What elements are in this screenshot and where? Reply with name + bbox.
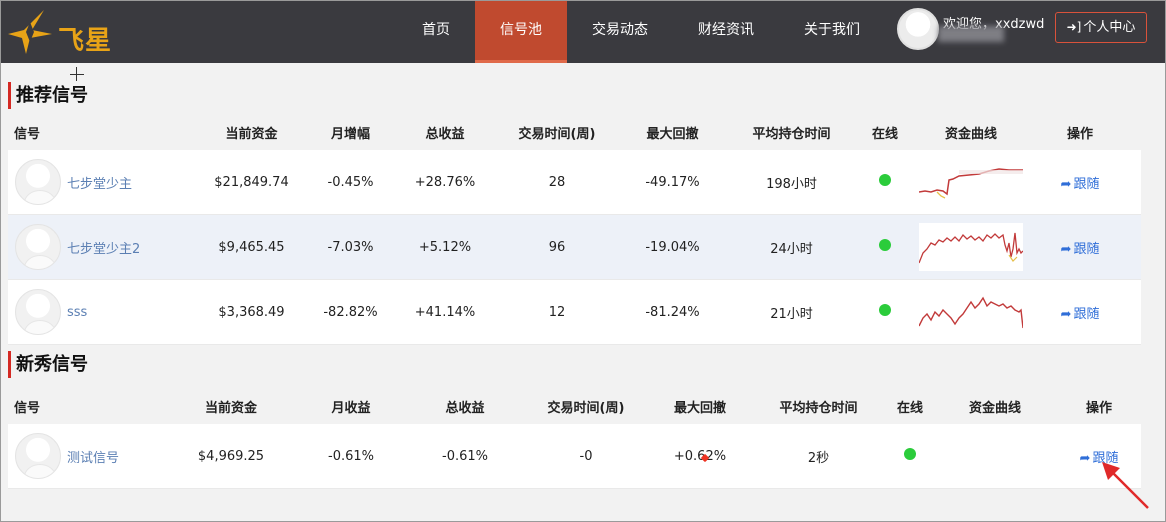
col-weeks: 交易时间(周) — [547, 400, 625, 416]
avatar[interactable] — [15, 289, 61, 335]
follow-button[interactable]: ➦ 跟随 — [1061, 307, 1100, 322]
monthly-value: -0.61% — [328, 448, 374, 464]
follow-button[interactable]: ➦ 跟随 — [1061, 177, 1100, 192]
hold-value: 21小时 — [770, 306, 813, 322]
col-curve: 资金曲线 — [968, 400, 1021, 416]
signal-name-link[interactable]: 七步堂少主 — [67, 173, 132, 192]
online-dot-icon — [879, 174, 891, 186]
newbie-signals-table: 信号 当前资金 月收益 总收益 交易时间(周) 最大回撤 平均持仓时间 在线 资… — [8, 388, 1141, 489]
table-header: 信号 当前资金 月收益 总收益 交易时间(周) 最大回撤 平均持仓时间 在线 资… — [8, 388, 1141, 424]
table-row: 测试信号 $4,969.25 -0.61% -0.61% -0 +0.62% 2… — [8, 424, 1141, 489]
monthly-value: -0.45% — [327, 174, 374, 190]
nav-about-us[interactable]: 关于我们 — [779, 0, 885, 63]
monthly-value: -7.03% — [327, 239, 374, 255]
col-online: 在线 — [871, 126, 898, 142]
nav-trade-activity[interactable]: 交易动态 — [567, 0, 673, 63]
equity-curve-sparkline — [919, 296, 1023, 329]
weeks-value: -0 — [579, 448, 593, 464]
total-value: +28.76% — [414, 174, 476, 190]
col-drawdown: 最大回撤 — [646, 126, 699, 142]
hold-value: 198小时 — [766, 176, 817, 192]
recommended-signals-table: 信号 当前资金 月增幅 总收益 交易时间(周) 最大回撤 平均持仓时间 在线 资… — [8, 114, 1141, 345]
col-hold: 平均持仓时间 — [752, 126, 831, 142]
follow-label: 跟随 — [1073, 241, 1100, 257]
drawdown-value: -81.24% — [645, 304, 700, 320]
top-navigation-bar: 飞星 首页 信号池 交易动态 财经资讯 关于我们 欢迎您，xxdzwd ➜] 个人… — [0, 0, 1166, 63]
online-dot-icon — [879, 239, 891, 251]
col-action: 操作 — [1085, 400, 1112, 416]
online-dot-icon — [879, 304, 891, 316]
brand-logo[interactable]: 飞星 — [6, 6, 116, 58]
drawdown-value: +0.62% — [673, 448, 727, 464]
hold-value: 24小时 — [770, 241, 813, 257]
funds-value: $9,465.45 — [218, 239, 285, 255]
total-value: -0.61% — [442, 448, 488, 464]
table-header: 信号 当前资金 月增幅 总收益 交易时间(周) 最大回撤 平均持仓时间 在线 资… — [8, 114, 1141, 150]
share-arrow-icon: ➦ — [1060, 306, 1072, 322]
col-funds: 当前资金 — [204, 400, 257, 416]
share-arrow-icon: ➦ — [1060, 241, 1072, 257]
section-title-newbie: 新秀信号 — [8, 351, 88, 378]
redacted-text — [938, 26, 1004, 42]
col-drawdown: 最大回撤 — [673, 400, 726, 416]
annotation-arrow-icon — [1102, 462, 1149, 509]
follow-button[interactable]: ➦ 跟随 — [1061, 242, 1100, 257]
nav-finance-news[interactable]: 财经资讯 — [673, 0, 779, 63]
col-weeks: 交易时间(周) — [518, 126, 596, 142]
col-online: 在线 — [896, 400, 923, 416]
follow-label: 跟随 — [1073, 176, 1100, 192]
avatar[interactable] — [15, 433, 61, 479]
weeks-value: 12 — [548, 304, 566, 320]
share-arrow-icon: ➦ — [1060, 176, 1072, 192]
brand-name: 飞星 — [58, 26, 113, 56]
signal-name-link[interactable]: 测试信号 — [67, 447, 119, 466]
monthly-value: -82.82% — [323, 304, 378, 320]
col-action: 操作 — [1066, 126, 1093, 142]
weeks-value: 28 — [548, 174, 566, 190]
col-total: 总收益 — [425, 126, 465, 142]
nav-home[interactable]: 首页 — [397, 0, 475, 63]
hold-value: 2秒 — [807, 450, 830, 466]
section-title-recommended: 推荐信号 — [8, 82, 88, 109]
funds-value: $4,969.25 — [197, 448, 265, 464]
user-center-label: 个人中心 — [1083, 20, 1136, 35]
main-nav: 首页 信号池 交易动态 财经资讯 关于我们 — [397, 0, 885, 63]
funds-value: $21,849.74 — [214, 174, 289, 190]
col-signal: 信号 — [14, 126, 41, 142]
col-signal: 信号 — [14, 400, 41, 416]
share-arrow-icon: ➦ — [1079, 450, 1091, 466]
nav-signal-pool[interactable]: 信号池 — [475, 0, 567, 63]
table-row: sss $3,368.49 -82.82% +41.14% 12 -81.24%… — [8, 280, 1141, 345]
user-center-button[interactable]: ➜] 个人中心 — [1055, 12, 1147, 43]
signal-name-link[interactable]: sss — [67, 305, 87, 320]
col-total: 总收益 — [445, 400, 485, 416]
avatar[interactable] — [15, 159, 61, 205]
total-value: +5.12% — [418, 239, 472, 255]
table-row: 七步堂少主 $21,849.74 -0.45% +28.76% 28 -49.1… — [8, 150, 1141, 215]
crosshair-cursor-icon — [70, 67, 84, 81]
equity-curve-sparkline — [919, 168, 1023, 199]
col-monthly: 月增幅 — [330, 126, 370, 142]
drawdown-value: -49.17% — [645, 174, 700, 190]
drawdown-value: -19.04% — [645, 239, 700, 255]
col-curve: 资金曲线 — [944, 126, 997, 142]
col-monthly: 月收益 — [331, 400, 371, 416]
online-dot-icon — [904, 448, 916, 460]
equity-curve-sparkline — [919, 223, 1023, 271]
weeks-value: 96 — [548, 239, 566, 255]
col-hold: 平均持仓时间 — [779, 400, 858, 416]
user-avatar[interactable] — [897, 8, 939, 50]
table-row: 七步堂少主2 $9,465.45 -7.03% +5.12% 96 -19.04… — [8, 215, 1141, 280]
signal-name-link[interactable]: 七步堂少主2 — [67, 238, 140, 257]
total-value: +41.14% — [414, 304, 476, 320]
sign-in-icon: ➜] — [1066, 20, 1082, 34]
funds-value: $3,368.49 — [218, 304, 285, 320]
avatar[interactable] — [15, 224, 61, 270]
col-funds: 当前资金 — [225, 126, 278, 142]
star-logo-icon — [8, 10, 52, 54]
follow-label: 跟随 — [1073, 306, 1100, 322]
